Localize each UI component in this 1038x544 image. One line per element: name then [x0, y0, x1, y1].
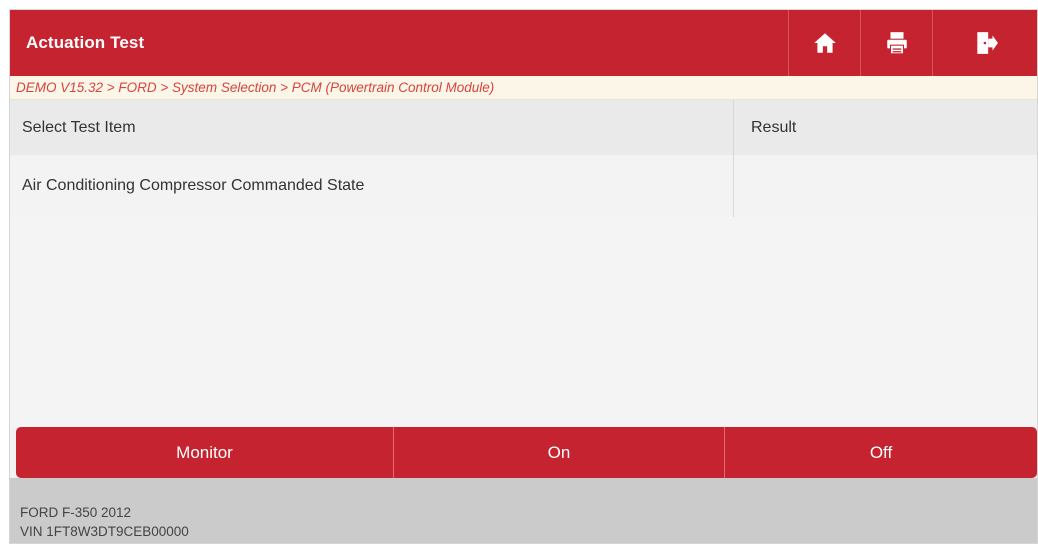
vehicle-info: FORD F-350 2012 VIN 1FT8W3DT9CEB00000	[10, 478, 1037, 543]
exit-icon	[977, 32, 998, 54]
print-icon	[886, 32, 907, 55]
table-row[interactable]: Air Conditioning Compressor Commanded St…	[10, 155, 1037, 218]
table-header: Select Test Item Result	[10, 100, 1037, 155]
result-cell	[733, 155, 1037, 217]
monitor-button[interactable]: Monitor	[16, 427, 394, 478]
exit-button[interactable]	[932, 10, 1037, 76]
action-bar: Monitor On Off	[16, 427, 1037, 478]
breadcrumb: DEMO V15.32 > FORD > System Selection > …	[10, 76, 1037, 100]
page-title: Actuation Test	[26, 33, 145, 52]
column-header-test-item: Select Test Item	[22, 118, 136, 136]
column-header-result: Result	[733, 100, 1037, 155]
vehicle-vin: VIN 1FT8W3DT9CEB00000	[20, 524, 189, 539]
content-area	[10, 217, 1037, 427]
on-button[interactable]: On	[394, 427, 725, 478]
app-window: Actuation Test DEMO V15.32 > FORD > Syst	[9, 9, 1038, 544]
off-button[interactable]: Off	[725, 427, 1037, 478]
home-icon	[813, 33, 836, 53]
vehicle-model: FORD F-350 2012	[20, 505, 132, 520]
test-table: Select Test Item Result Air Conditioning…	[10, 100, 1037, 218]
home-button[interactable]	[788, 10, 860, 76]
title-bar: Actuation Test	[10, 10, 1037, 76]
test-item-cell[interactable]: Air Conditioning Compressor Commanded St…	[10, 155, 733, 217]
print-button[interactable]	[860, 10, 932, 76]
